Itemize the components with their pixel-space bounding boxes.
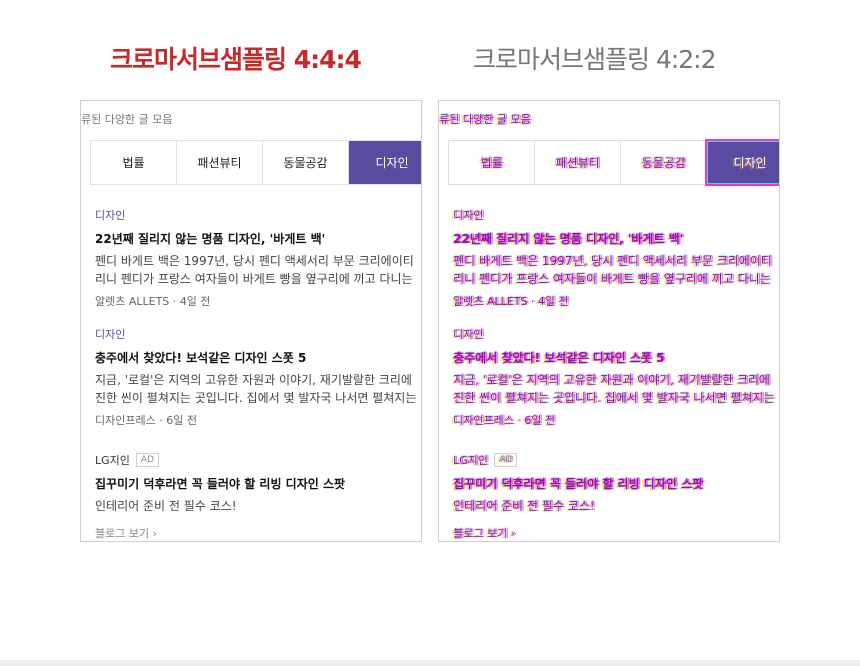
- ad-desc: 인테리어 준비 전 필수 코스!: [95, 499, 237, 513]
- ad-brand: LG지인: [95, 454, 130, 467]
- article-desc-line-1: 지금, '로컬'은 지역의 고유한 자원과 이야기, 재기발랄한 크리에: [453, 373, 770, 387]
- article-title[interactable]: 충주에서 찾았다! 보석같은 디자인 스폿 5: [95, 349, 421, 366]
- category-tabs: 법률 패션뷰티 동물공감 디자인: [90, 140, 421, 185]
- bottom-divider: [0, 660, 860, 666]
- article-title[interactable]: 22년째 질리지 않는 명품 디자인, '바게트 백': [453, 230, 779, 247]
- article-1[interactable]: 디자인 22년째 질리지 않는 명품 디자인, '바게트 백' 펜디 바게트 백…: [95, 207, 421, 309]
- article-title[interactable]: 22년째 질리지 않는 명품 디자인, '바게트 백': [95, 230, 421, 247]
- article-desc-line-2: 진한 씬이 펼쳐지는 곳입니다. 집에서 몇 발자국 나서면 펼쳐지는: [95, 391, 417, 405]
- article-desc-line-2: 진한 씬이 펼쳐지는 곳입니다. 집에서 몇 발자국 나서면 펼쳐지는: [453, 391, 775, 405]
- article-desc-line-2: 리니 펜디가 프랑스 여자들이 바게트 빵을 옆구리에 끼고 다니는: [95, 272, 413, 286]
- tab-fashion-beauty[interactable]: 패션뷰티: [177, 141, 263, 184]
- ad-badge: AD: [135, 453, 159, 467]
- heading-422: 크로마서브샘플링 4:2:2: [473, 45, 717, 74]
- article-desc-line-1: 지금, '로컬'은 지역의 고유한 자원과 이야기, 재기발랄한 크리에: [95, 373, 412, 387]
- article-meta: 디자인프레스 · 6일 전: [453, 414, 555, 427]
- ad-brand: LG지인: [453, 454, 488, 467]
- tab-design[interactable]: 디자인: [349, 141, 421, 184]
- ad-title[interactable]: 집꾸미기 덕후라면 꼭 들러야 할 리빙 디자인 스팟: [453, 475, 779, 492]
- ad-desc: 인테리어 준비 전 필수 코스!: [453, 499, 595, 513]
- article-meta: 디자인프레스 · 6일 전: [95, 414, 197, 427]
- article-title[interactable]: 충주에서 찾았다! 보석같은 디자인 스폿 5: [453, 349, 779, 366]
- article-desc-line-1: 펜디 바게트 백은 1997년, 당시 펜디 액세서리 부문 크리에이티: [95, 254, 414, 268]
- ad-brand-row: LG지인 AD: [453, 452, 779, 468]
- article-meta: 알렛츠 ALLETS · 4일 전: [453, 295, 569, 308]
- category-tabs: 법률 패션뷰티 동물공감 디자인: [448, 140, 779, 185]
- panel-444: 류된 다양한 글 모음 법률 패션뷰티 동물공감 디자인 디자인 22년째 질리…: [80, 100, 422, 542]
- breadcrumb: 류된 다양한 글 모음: [439, 113, 531, 126]
- tab-design[interactable]: 디자인: [707, 141, 779, 184]
- article-2[interactable]: 디자인 충주에서 찾았다! 보석같은 디자인 스폿 5 지금, '로컬'은 지역…: [453, 326, 779, 428]
- article-desc-line-2: 리니 펜디가 프랑스 여자들이 바게트 빵을 옆구리에 끼고 다니는: [453, 272, 771, 286]
- tab-law[interactable]: 법률: [449, 141, 535, 184]
- ad-brand-row: LG지인 AD: [95, 452, 421, 468]
- article-category: 디자인: [453, 328, 484, 341]
- ad-title[interactable]: 집꾸미기 덕후라면 꼭 들러야 할 리빙 디자인 스팟: [95, 475, 421, 492]
- ad-item[interactable]: LG지인 AD 집꾸미기 덕후라면 꼭 들러야 할 리빙 디자인 스팟 인테리어…: [453, 452, 779, 541]
- article-1[interactable]: 디자인 22년째 질리지 않는 명품 디자인, '바게트 백' 펜디 바게트 백…: [453, 207, 779, 309]
- tab-animal[interactable]: 동물공감: [621, 141, 707, 184]
- tab-animal[interactable]: 동물공감: [263, 141, 349, 184]
- ad-item[interactable]: LG지인 AD 집꾸미기 덕후라면 꼭 들러야 할 리빙 디자인 스팟 인테리어…: [95, 452, 421, 541]
- tab-law[interactable]: 법률: [91, 141, 177, 184]
- blog-view-link[interactable]: 블로그 보기 ›: [453, 525, 779, 541]
- article-desc-line-1: 펜디 바게트 백은 1997년, 당시 펜디 액세서리 부문 크리에이티: [453, 254, 772, 268]
- panel-422: 류된 다양한 글 모음 법률 패션뷰티 동물공감 디자인 디자인 22년째 질리…: [438, 100, 780, 542]
- article-category: 디자인: [453, 209, 484, 222]
- article-category: 디자인: [95, 209, 126, 222]
- tab-fashion-beauty[interactable]: 패션뷰티: [535, 141, 621, 184]
- article-2[interactable]: 디자인 충주에서 찾았다! 보석같은 디자인 스폿 5 지금, '로컬'은 지역…: [95, 326, 421, 428]
- article-meta: 알렛츠 ALLETS · 4일 전: [95, 295, 211, 308]
- article-category: 디자인: [95, 328, 126, 341]
- breadcrumb: 류된 다양한 글 모음: [81, 113, 173, 126]
- blog-view-link[interactable]: 블로그 보기 ›: [95, 525, 421, 541]
- ad-badge: AD: [493, 453, 517, 467]
- heading-444: 크로마서브샘플링 4:4:4: [110, 45, 362, 74]
